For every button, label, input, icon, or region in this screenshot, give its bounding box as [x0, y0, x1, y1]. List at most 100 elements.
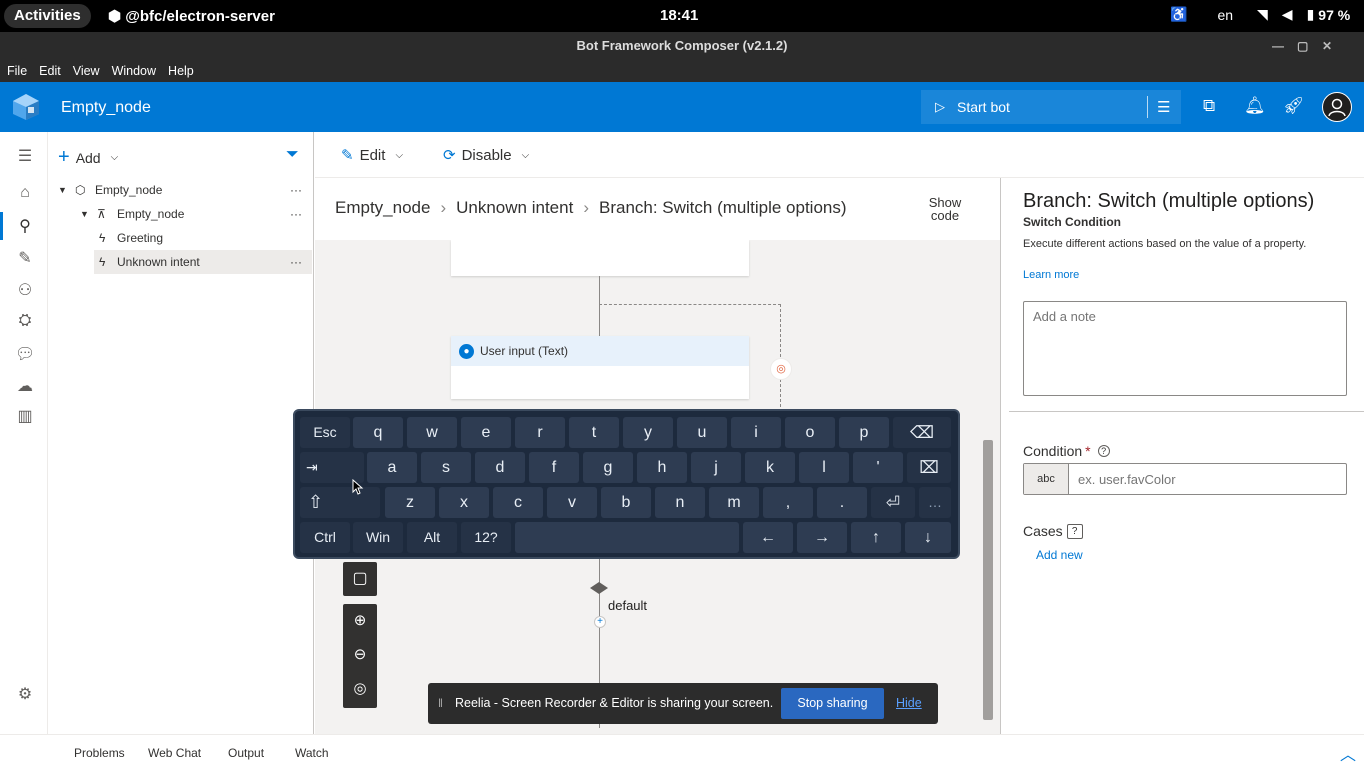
key-space[interactable]	[515, 522, 739, 553]
key-w[interactable]: w	[407, 417, 457, 448]
key-right[interactable]: →	[797, 522, 847, 553]
chevron-up-icon[interactable]: ︿	[1340, 741, 1356, 765]
menu-view[interactable]: View	[73, 64, 100, 78]
show-code-button[interactable]: Show code	[920, 196, 970, 222]
key-d[interactable]: d	[475, 452, 525, 483]
zoom-in-icon[interactable]: ⊕	[343, 604, 377, 638]
disable-menu-button[interactable]: ⟳ Disable ⌵	[443, 146, 529, 165]
key-left[interactable]: ←	[743, 522, 793, 553]
menu-window[interactable]: Window	[112, 64, 156, 78]
key-b[interactable]: b	[601, 487, 651, 518]
user-input-card[interactable]: ● User input (Text)	[451, 336, 749, 399]
condition-input[interactable]	[1070, 464, 1346, 494]
key-g[interactable]: g	[583, 452, 633, 483]
key-n[interactable]: n	[655, 487, 705, 518]
key-o[interactable]: o	[785, 417, 835, 448]
key-v[interactable]: v	[547, 487, 597, 518]
menu-file[interactable]: File	[7, 64, 27, 78]
key-j[interactable]: j	[691, 452, 741, 483]
tab-watch[interactable]: Watch	[295, 746, 329, 760]
key-shift[interactable]: ⇧	[300, 487, 380, 518]
user-avatar[interactable]	[1322, 92, 1352, 122]
focused-app-name[interactable]: ⬢ @bfc/electron-server	[108, 7, 275, 25]
bot-controller-menu-icon[interactable]: ☰	[1157, 98, 1170, 116]
key-m[interactable]: m	[709, 487, 759, 518]
edit-menu-button[interactable]: ✎ Edit ⌵	[341, 146, 403, 165]
language-indicator[interactable]: en	[1217, 7, 1233, 23]
package-library-icon[interactable]: ▥	[15, 406, 35, 426]
help-icon[interactable]: ?	[1066, 523, 1083, 539]
clock[interactable]: 18:41	[660, 7, 698, 24]
key-up[interactable]: ↑	[851, 522, 901, 553]
fit-to-screen-icon[interactable]: ◎	[343, 672, 377, 706]
key-r[interactable]: r	[515, 417, 565, 448]
more-options-icon[interactable]: ···	[290, 202, 302, 226]
key-i[interactable]: i	[731, 417, 781, 448]
key-x[interactable]: x	[439, 487, 489, 518]
key-l[interactable]: l	[799, 452, 849, 483]
key-y[interactable]: y	[623, 417, 673, 448]
key-backspace[interactable]: ⌫	[893, 417, 951, 448]
key-period[interactable]: .	[817, 487, 867, 518]
stop-sharing-button[interactable]: Stop sharing	[781, 688, 884, 719]
more-options-icon[interactable]: ···	[290, 250, 302, 274]
vertical-scrollbar[interactable]	[983, 440, 993, 720]
more-options-icon[interactable]: ···	[290, 178, 302, 202]
web-chat-icon[interactable]: ⧉	[1203, 96, 1215, 116]
key-z[interactable]: z	[385, 487, 435, 518]
key-c[interactable]: c	[493, 487, 543, 518]
home-icon[interactable]: ⌂	[15, 184, 35, 204]
key-a[interactable]: a	[367, 452, 417, 483]
note-textarea[interactable]	[1023, 301, 1347, 396]
key-delete[interactable]: ⌧	[907, 452, 951, 483]
activities-button[interactable]: Activities	[4, 4, 91, 28]
knowledge-base-icon[interactable]: ⛭	[15, 312, 35, 332]
hamburger-menu-icon[interactable]: ☰	[15, 146, 35, 166]
tree-item-greeting[interactable]: ϟ Greeting	[48, 226, 314, 250]
key-comma[interactable]: ,	[763, 487, 813, 518]
tree-item-dialog[interactable]: ▼ ⊼ Empty_node ···	[48, 202, 314, 226]
publish-rocket-icon[interactable]: 🚀︎	[1283, 96, 1305, 116]
add-button[interactable]: + Add ⌵	[58, 146, 118, 169]
start-bot-button[interactable]: ▷ Start bot ☰	[921, 90, 1181, 124]
tab-problems[interactable]: Problems	[74, 746, 125, 760]
key-q[interactable]: q	[353, 417, 403, 448]
minimize-icon[interactable]: —	[1272, 32, 1284, 60]
key-numbers[interactable]: 12?	[461, 522, 511, 553]
chat-icon[interactable]: 💬︎	[15, 344, 35, 364]
zoom-out-icon[interactable]: ⊖	[343, 638, 377, 672]
recognizer-target-icon[interactable]: ◎	[770, 358, 792, 380]
tab-output[interactable]: Output	[228, 746, 264, 760]
key-s[interactable]: s	[421, 452, 471, 483]
action-card[interactable]	[451, 240, 749, 276]
minimap-note-icon[interactable]: ▢	[343, 562, 377, 596]
tree-item-bot[interactable]: ▼ ⬡ Empty_node ···	[48, 178, 314, 202]
add-node-button[interactable]: +	[594, 616, 606, 628]
key-win[interactable]: Win	[353, 522, 403, 553]
key-ctrl[interactable]: Ctrl	[300, 522, 350, 553]
accessibility-icon[interactable]: ♿	[1170, 6, 1187, 23]
menu-help[interactable]: Help	[168, 64, 194, 78]
key-f[interactable]: f	[529, 452, 579, 483]
key-e[interactable]: e	[461, 417, 511, 448]
design-flow-icon[interactable]: ⚲	[15, 216, 35, 236]
key-k[interactable]: k	[745, 452, 795, 483]
breadcrumb-item[interactable]: Empty_node	[335, 198, 430, 218]
tab-web-chat[interactable]: Web Chat	[148, 746, 201, 760]
breadcrumb-item[interactable]: Branch: Switch (multiple options)	[599, 198, 847, 218]
add-new-case-link[interactable]: Add new	[1036, 548, 1083, 562]
help-icon[interactable]: ?	[1097, 445, 1110, 457]
filter-icon[interactable]: ⏷	[286, 146, 299, 164]
tree-item-unknown-intent[interactable]: ϟ Unknown intent ···	[94, 250, 312, 274]
learn-more-link[interactable]: Learn more	[1023, 269, 1079, 281]
key-apostrophe[interactable]: '	[853, 452, 903, 483]
system-tray[interactable]: ♿ en ◥ ◀ ▮ 97 %	[1170, 6, 1350, 23]
hide-banner-link[interactable]: Hide	[896, 696, 922, 710]
settings-icon[interactable]: ⚙	[15, 684, 35, 704]
key-alt[interactable]: Alt	[407, 522, 457, 553]
notifications-icon[interactable]: 🔔︎	[1244, 96, 1266, 116]
type-selector[interactable]: abc	[1024, 464, 1069, 494]
key-esc[interactable]: Esc	[300, 417, 350, 448]
close-icon[interactable]: ✕	[1322, 32, 1332, 60]
key-u[interactable]: u	[677, 417, 727, 448]
